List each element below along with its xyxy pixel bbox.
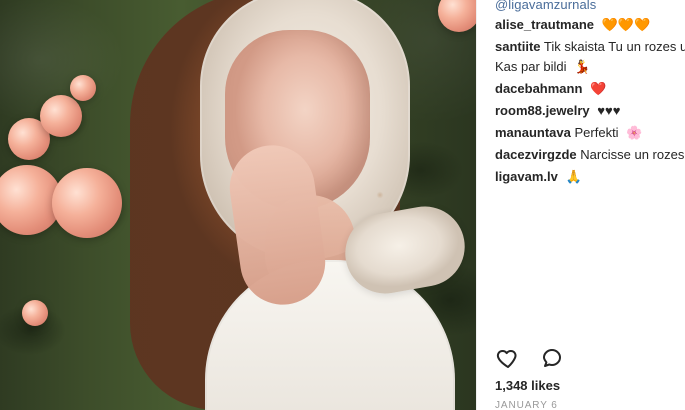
comment-username[interactable]: santiite [495, 39, 541, 54]
rose-decoration [22, 300, 48, 326]
comment-item: room88.jewelry ♥♥♥ [495, 102, 685, 120]
comment-emoji: ❤️ [590, 81, 607, 96]
likes-count[interactable]: 1,348 likes [495, 378, 560, 393]
comment-username[interactable]: dacezvirgzde [495, 147, 577, 162]
comment-item: ligavam.lv 🙏 [495, 168, 685, 186]
portrait-subject [115, 0, 472, 410]
like-button[interactable] [495, 345, 521, 371]
heart-outline-icon [496, 350, 517, 368]
comment-username[interactable]: manauntava [495, 125, 571, 140]
comment-item: Kas par bildi 💃 [495, 58, 685, 76]
comment-button[interactable] [539, 345, 565, 371]
comment-text: Perfekti [574, 125, 619, 140]
post-handle[interactable]: @ligavamzurnals [495, 0, 685, 12]
comment-item: dacebahmann ❤️ [495, 80, 685, 98]
rose-decoration [52, 168, 122, 238]
comment-emoji: 🙏 [565, 169, 582, 184]
comment-item: santiite Tik skaista Tu un rozes u [495, 38, 685, 56]
comment-emoji: 🧡🧡🧡 [601, 17, 651, 32]
comment-item: dacezvirgzde Narcisse un rozes [495, 146, 685, 164]
comment-username[interactable]: ligavam.lv [495, 169, 558, 184]
comment-username[interactable]: alise_trautmane [495, 17, 594, 32]
comment-emoji: ♥♥♥ [597, 103, 621, 118]
rose-decoration [40, 95, 82, 137]
comment-list: alise_trautmane 🧡🧡🧡 santiite Tik skaista… [495, 16, 685, 190]
comment-emoji: 💃 [574, 59, 591, 74]
comment-text: Kas par bildi [495, 59, 567, 74]
comment-username[interactable]: dacebahmann [495, 81, 582, 96]
comment-text: Tik skaista Tu un rozes u [543, 39, 685, 54]
post-actions [495, 345, 565, 371]
comment-item: manauntava Perfekti 🌸 [495, 124, 685, 142]
comment-item: alise_trautmane 🧡🧡🧡 [495, 16, 685, 34]
instagram-post-view: @ligavamzurnals alise_trautmane 🧡🧡🧡 sant… [0, 0, 685, 410]
post-date: JANUARY 6 [495, 400, 558, 410]
rose-decoration [70, 75, 96, 101]
comments-panel: @ligavamzurnals alise_trautmane 🧡🧡🧡 sant… [476, 0, 685, 410]
comment-outline-icon [543, 349, 561, 367]
comment-username[interactable]: room88.jewelry [495, 103, 590, 118]
post-photo[interactable] [0, 0, 476, 410]
comment-text: Narcisse un rozes [580, 147, 685, 162]
comment-emoji: 🌸 [626, 125, 643, 140]
